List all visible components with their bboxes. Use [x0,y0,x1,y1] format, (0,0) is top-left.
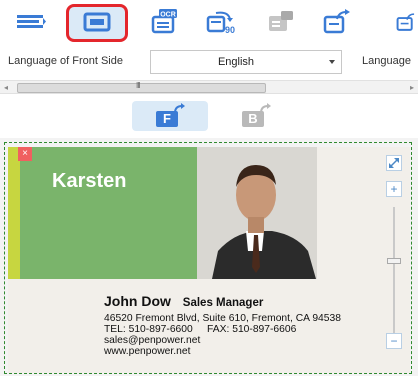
scrollbar-thumb[interactable]: III [17,81,266,93]
export-card-button[interactable] [262,6,300,38]
front-side-icon: F [156,103,185,127]
scan-button[interactable] [12,6,50,38]
ocr-button[interactable]: OCR [146,6,184,38]
back-language-label: Language [362,55,411,67]
zoom-out-button[interactable]: − [386,333,402,349]
language-row: Language of Front Side English Language [0,46,418,78]
zoom-slider-track[interactable] [393,207,395,337]
export-card-icon [269,11,293,31]
upload-more-icon [396,13,415,31]
main-toolbar: OCR 90 [0,0,418,46]
card-frame-icon [83,12,111,32]
flip-arrow-icon [174,103,185,114]
back-side-icon: B [242,103,271,127]
zoom-panel: + − [384,155,406,355]
crop-frame[interactable] [4,142,412,374]
front-language-select[interactable]: English [150,50,342,74]
upload-button[interactable] [318,6,356,38]
back-side-button[interactable]: B [218,101,294,131]
zoom-slider-thumb[interactable] [387,258,401,264]
zoom-in-button[interactable]: + [386,181,402,197]
rotate-90-button[interactable]: 90 [203,6,241,38]
expand-icon [389,158,399,168]
ocr-icon-label: OCR [160,12,176,19]
upload-icon [323,9,350,34]
rotate-90-icon: 90 [206,11,235,35]
close-icon[interactable]: × [18,147,32,161]
front-language-value: English [217,56,255,68]
scrollbar-grip: III [136,81,141,90]
chevron-down-icon [329,60,335,64]
fit-to-window-button[interactable] [386,155,402,171]
scan-icon [17,15,46,28]
flip-arrow-icon [260,103,271,114]
front-language-label: Language of Front Side [8,55,123,67]
upload-more-button[interactable] [396,6,418,38]
horizontal-scrollbar[interactable]: ◂ III ▸ [0,80,418,94]
card-frame-button[interactable] [66,4,128,42]
ocr-icon: OCR [151,9,177,34]
front-side-button[interactable]: F [132,101,208,131]
scroll-right-icon[interactable]: ▸ [410,83,414,92]
rotate-90-label: 90 [225,25,235,35]
side-selector: F B [0,95,418,137]
scroll-left-icon[interactable]: ◂ [4,83,8,92]
